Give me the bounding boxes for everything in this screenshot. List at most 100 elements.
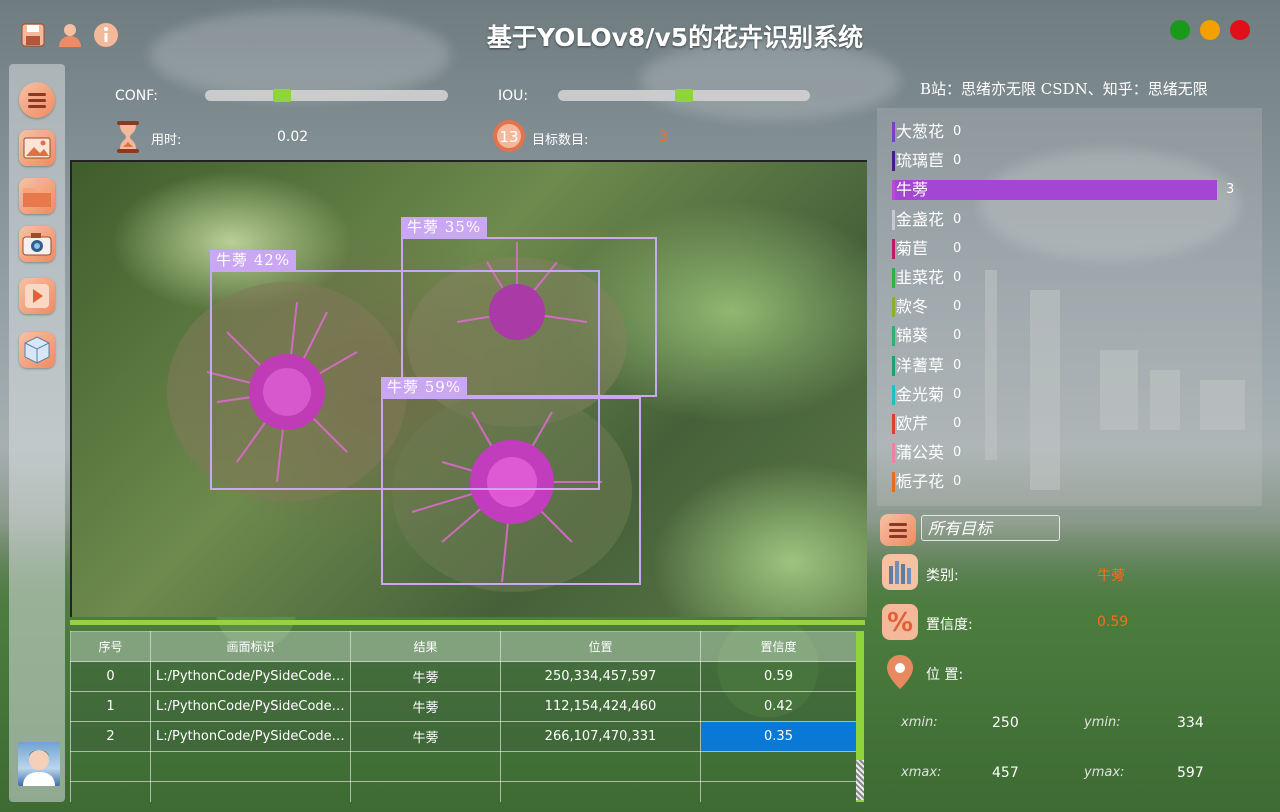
category-icon: [880, 552, 920, 592]
folder-icon[interactable]: [19, 178, 55, 214]
ymax-value: 597: [1177, 765, 1204, 781]
percent-icon: %: [880, 602, 920, 642]
bar-value: 0: [953, 416, 962, 431]
detection-box[interactable]: 牛蒡 35%: [401, 217, 657, 397]
author-credit: B站：思绪亦无限 CSDN、知乎：思绪无限: [920, 80, 1208, 98]
save-icon[interactable]: [20, 22, 46, 48]
table-cell[interactable]: 0.42: [700, 691, 857, 722]
iou-label: IOU:: [498, 88, 529, 104]
table-row-empty: [70, 781, 857, 802]
maximize-button[interactable]: [1170, 20, 1190, 40]
hourglass-icon: [114, 120, 142, 154]
bar-value: 0: [953, 153, 962, 169]
iou-slider-handle[interactable]: [675, 89, 693, 102]
xmin-value: 250: [992, 715, 1019, 731]
svg-text:13: 13: [499, 128, 518, 146]
bar-accent: [892, 268, 895, 288]
table-cell[interactable]: L:/PythonCode/PySideCode/...: [150, 691, 351, 722]
bar-accent: [892, 384, 895, 405]
app-title: 基于YOLOv8/v5的花卉识别系统: [486, 23, 864, 52]
detection-image-display[interactable]: 牛蒡 42% 牛蒡 35% 牛蒡 59%: [70, 160, 867, 617]
target-count-value: 3: [659, 129, 668, 145]
bar: [895, 180, 1217, 201]
class-count-chart: 大葱花 0 琉璃苣 0 牛蒡 3 金盏花 0 菊苣 0 韭菜花 0 款冬 0 锦葵 0 洋蓍草 0 金光菊 0 欧芹 0 蒲…: [877, 108, 1262, 506]
bar-value: 0: [953, 357, 962, 373]
table-row[interactable]: 0 L:/PythonCode/PySideCode/... 牛蒡 250,33…: [70, 661, 857, 692]
table-cell[interactable]: 250,334,457,597: [500, 661, 701, 692]
table-row[interactable]: 1 L:/PythonCode/PySideCode/... 牛蒡 112,15…: [70, 691, 857, 722]
close-button[interactable]: [1230, 20, 1250, 40]
table-cell[interactable]: L:/PythonCode/PySideCode/...: [150, 661, 351, 692]
conf-label: CONF:: [115, 88, 158, 104]
camera-icon[interactable]: [19, 226, 55, 262]
table-row-empty: [70, 751, 857, 782]
xmax-label: xmax:: [901, 765, 942, 780]
info-icon[interactable]: [93, 22, 119, 48]
image-icon[interactable]: [19, 130, 55, 166]
bar-accent: [892, 355, 895, 376]
table-cell[interactable]: L:/PythonCode/PySideCode/...: [150, 721, 351, 752]
title-bar: 基于YOLOv8/v5的花卉识别系统: [0, 0, 1280, 70]
bar-label: 栀子花: [896, 472, 945, 492]
target-filter-select[interactable]: 所有目标: [921, 515, 1060, 541]
bar-value: 0: [953, 211, 962, 227]
confidence-label: 置信度:: [926, 617, 973, 633]
detection-box[interactable]: 牛蒡 59%: [381, 377, 641, 585]
confidence-value: 0.59: [1097, 614, 1129, 630]
table-cell[interactable]: 112,154,424,460: [500, 691, 701, 722]
bar-label: 金盏花: [896, 209, 945, 229]
xmin-label: xmin:: [901, 715, 938, 730]
video-icon[interactable]: [19, 278, 55, 314]
bar-label: 韭菜花: [896, 268, 945, 287]
svg-text:%: %: [887, 608, 913, 638]
column-header[interactable]: 置信度: [700, 631, 857, 662]
results-table[interactable]: 序号 画面标识 结果 位置 置信度 0 L:/PythonCode/PySide…: [70, 631, 864, 802]
table-cell[interactable]: 牛蒡: [350, 691, 501, 722]
target-count-label: 目标数目:: [532, 133, 589, 148]
table-cell[interactable]: 牛蒡: [350, 721, 501, 752]
bar-value: 0: [953, 124, 962, 139]
minimize-button[interactable]: [1200, 20, 1220, 40]
iou-slider[interactable]: [558, 89, 810, 102]
column-header[interactable]: 位置: [500, 631, 701, 662]
bar-accent: [892, 297, 895, 318]
conf-slider-handle[interactable]: [273, 89, 291, 102]
ymax-label: ymax:: [1084, 765, 1125, 780]
bar-label: 锦葵: [896, 326, 929, 346]
bar-label: 金光菊: [896, 384, 945, 404]
table-cell[interactable]: 0.59: [700, 661, 857, 692]
avatar[interactable]: [18, 742, 60, 786]
detection-label: 牛蒡 35%: [401, 217, 488, 237]
bar-value: 0: [953, 328, 962, 344]
column-header[interactable]: 结果: [350, 631, 501, 662]
table-cell[interactable]: 266,107,470,331: [500, 721, 701, 752]
table-row[interactable]: 2 L:/PythonCode/PySideCode/... 牛蒡 266,10…: [70, 721, 857, 752]
table-cell-selected[interactable]: 0.35: [700, 721, 857, 752]
bar-accent: [892, 443, 895, 464]
bar-accent: [892, 326, 895, 347]
table-scrollbar-grip[interactable]: [856, 760, 864, 800]
bar-accent: [892, 472, 895, 493]
bar-accent: [892, 209, 895, 230]
conf-slider[interactable]: [205, 89, 448, 102]
column-header[interactable]: 画面标识: [150, 631, 351, 662]
detection-label: 牛蒡 59%: [381, 377, 468, 397]
menu-icon[interactable]: [19, 82, 55, 118]
table-cell[interactable]: 1: [70, 691, 151, 722]
location-pin-icon: [880, 652, 920, 692]
bar-label: 蒲公英: [896, 443, 945, 463]
column-header[interactable]: 序号: [70, 631, 151, 662]
user-icon[interactable]: [57, 22, 83, 48]
bar-value: 0: [953, 240, 962, 256]
filter-menu-icon[interactable]: [880, 514, 916, 546]
bar-value: 0: [953, 445, 962, 461]
table-cell[interactable]: 牛蒡: [350, 661, 501, 692]
model-icon[interactable]: [19, 332, 55, 368]
bar-accent: [892, 122, 895, 142]
target-count-icon: 13: [492, 119, 526, 153]
table-cell[interactable]: 0: [70, 661, 151, 692]
detection-label: 牛蒡 42%: [210, 250, 297, 270]
ymin-value: 334: [1177, 715, 1204, 731]
bar-value: 3: [1226, 182, 1235, 198]
table-cell[interactable]: 2: [70, 721, 151, 752]
